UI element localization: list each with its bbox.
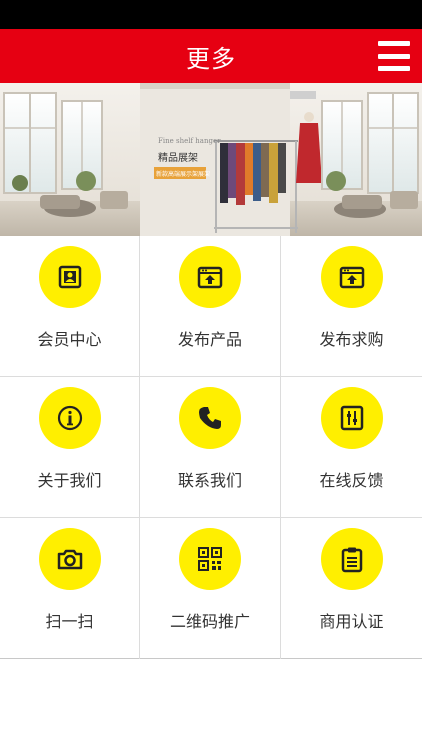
member-card-icon <box>58 265 81 289</box>
grid-item-label: 发布求购 <box>319 330 384 349</box>
grid-item-label: 发布产品 <box>177 330 242 349</box>
grid-item-member-center[interactable]: 会员中心 <box>0 236 140 377</box>
grid-item-label: 联系我们 <box>177 471 242 490</box>
app-header: 更多 <box>0 29 422 83</box>
banner-tagline: Fine shelf hanger <box>158 137 221 145</box>
banner-image[interactable]: Fine shelf hanger 精品展架 新款高端展示架展架 <box>0 83 422 236</box>
banner-badge: 新款高端展示架展架 <box>156 170 210 178</box>
grid-item-label: 二维码推广 <box>169 612 250 631</box>
page-title: 更多 <box>186 44 236 73</box>
grid-item-label: 商用认证 <box>319 612 384 631</box>
clipboard-icon <box>341 547 362 573</box>
publish-request-icon <box>339 266 364 289</box>
banner-headline: 精品展架 <box>158 151 198 164</box>
info-icon <box>57 405 82 431</box>
grid-item-label: 扫一扫 <box>45 612 94 631</box>
grid-item-business-certification[interactable]: 商用认证 <box>281 518 422 659</box>
grid-item-label: 会员中心 <box>37 330 102 349</box>
phone-icon <box>199 407 221 429</box>
camera-icon <box>57 549 82 570</box>
grid-item-about-us[interactable]: 关于我们 <box>0 377 140 518</box>
grid-item-online-feedback[interactable]: 在线反馈 <box>281 377 422 518</box>
grid-item-publish-product[interactable]: 发布产品 <box>140 236 281 377</box>
grid-item-qr-promotion[interactable]: 二维码推广 <box>140 518 281 659</box>
menu-icon[interactable] <box>378 41 410 71</box>
feature-grid: 会员中心 发布产品 发布求购 关于我们 联系我们 在线反馈 扫一扫 二维码推广 … <box>0 236 422 659</box>
status-bar <box>0 0 422 29</box>
publish-product-icon <box>197 266 223 289</box>
grid-item-scan[interactable]: 扫一扫 <box>0 518 140 659</box>
grid-item-label: 关于我们 <box>37 471 102 490</box>
grid-item-label: 在线反馈 <box>319 471 384 490</box>
grid-item-publish-request[interactable]: 发布求购 <box>281 236 422 377</box>
grid-item-contact-us[interactable]: 联系我们 <box>140 377 281 518</box>
qr-code-icon <box>198 547 222 571</box>
feedback-icon <box>340 405 363 431</box>
